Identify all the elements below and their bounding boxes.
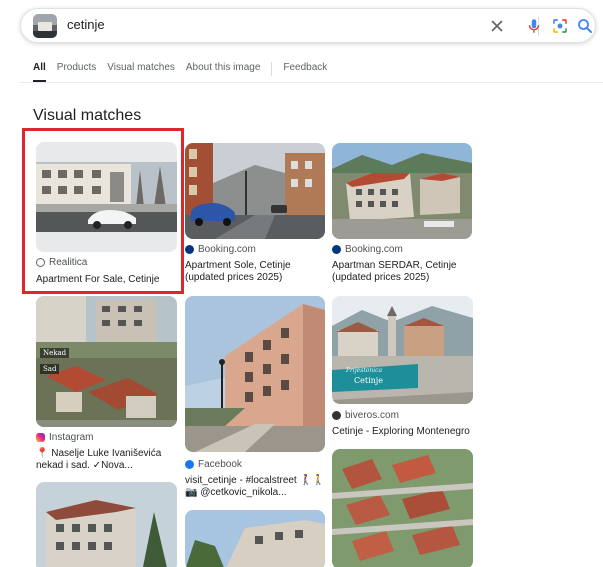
result-source-name: Facebook [198, 459, 242, 470]
result-title[interactable]: Apartment Sole, Cetinje (updated prices … [185, 260, 325, 284]
results-tabs: All Products Visual matches About this i… [33, 62, 338, 82]
result-source[interactable]: Instagram [36, 432, 93, 443]
result-thumbnail-partial[interactable] [185, 510, 325, 567]
result-source-name: biveros.com [345, 410, 399, 421]
result-source[interactable]: Booking.com [185, 244, 256, 255]
image-sign-text: Cetinje [354, 376, 383, 385]
image-overlay-label: Sad [40, 364, 60, 374]
tab-visual-matches[interactable]: Visual matches [107, 62, 175, 82]
microphone-icon[interactable] [524, 16, 544, 36]
tab-all[interactable]: All [33, 62, 46, 82]
result-thumbnail[interactable] [185, 143, 325, 239]
result-source[interactable]: Facebook [185, 459, 242, 470]
result-thumbnail[interactable] [332, 143, 472, 239]
result-source-name: Booking.com [198, 244, 256, 255]
result-title[interactable]: Cetinje - Exploring Montenegro [332, 426, 477, 438]
instagram-icon [36, 433, 45, 442]
result-thumbnail[interactable]: Prijestonica Cetinje [332, 296, 473, 404]
tab-about-this-image[interactable]: About this image [186, 62, 261, 82]
booking-icon [332, 245, 341, 254]
result-source-name: Booking.com [345, 244, 403, 255]
search-icon[interactable] [575, 16, 595, 36]
booking-icon [185, 245, 194, 254]
result-thumbnail-partial[interactable] [36, 482, 177, 567]
facebook-icon [185, 460, 194, 469]
result-thumbnail[interactable]: Nekad Sad [36, 296, 177, 427]
result-source-name: Instagram [49, 432, 94, 443]
section-title: Visual matches [33, 107, 142, 124]
search-input[interactable]: cetinje [67, 17, 105, 32]
result-title[interactable]: visit_cetinje - #localstreet 🚶‍♀️🚶 📷 @ce… [185, 475, 330, 499]
search-bar[interactable]: cetinje [20, 8, 596, 43]
result-title[interactable]: 📍 Naselje Luke Ivaniševića nekad i sad. … [36, 448, 178, 472]
result-source[interactable]: biveros.com [332, 410, 399, 421]
search-image-thumbnail[interactable] [33, 14, 57, 38]
selection-highlight [22, 128, 184, 294]
image-overlay-label: Nekad [40, 348, 70, 358]
tab-feedback[interactable]: Feedback [283, 62, 327, 82]
globe-icon [332, 411, 341, 420]
lens-icon[interactable] [550, 16, 570, 36]
result-thumbnail-partial[interactable] [332, 449, 473, 567]
image-sign-text: Prijestonica [346, 367, 383, 374]
result-thumbnail[interactable] [185, 296, 325, 452]
tabs-divider [271, 62, 273, 76]
result-title[interactable]: Apartman SERDAR, Cetinje (updated prices… [332, 260, 472, 284]
tabs-underline [20, 82, 603, 83]
close-icon[interactable] [487, 16, 507, 36]
result-source[interactable]: Booking.com [332, 244, 403, 255]
tab-products[interactable]: Products [57, 62, 96, 82]
